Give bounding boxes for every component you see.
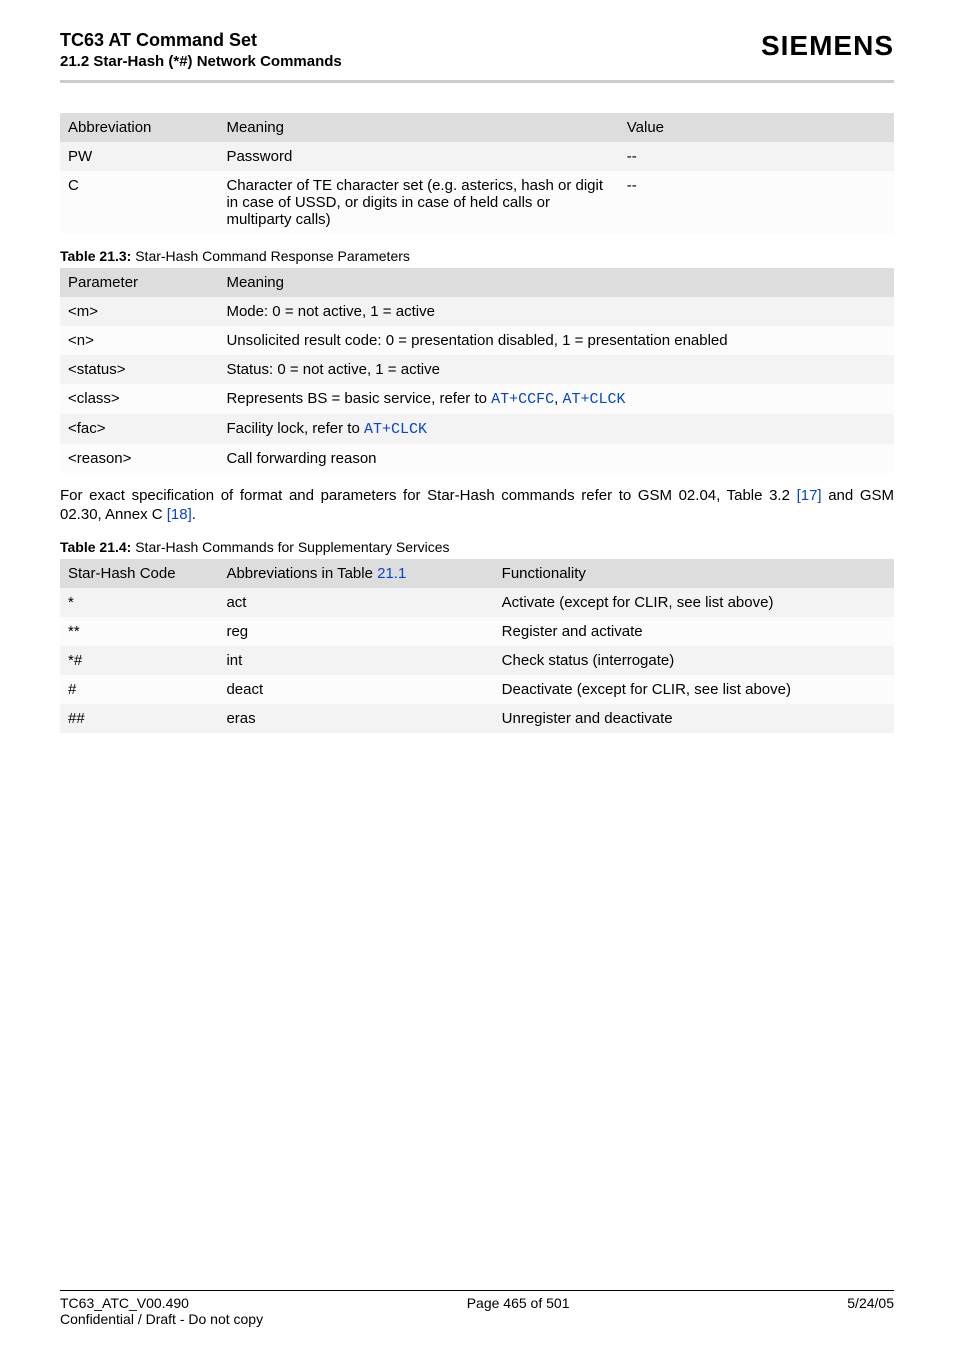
table-row: <reason> Call forwarding reason — [60, 444, 894, 473]
footer-doc-id: TC63_ATC_V00.490 — [60, 1295, 189, 1311]
cell-meaning: Character of TE character set (e.g. aste… — [218, 171, 618, 234]
table-row: PW Password -- — [60, 142, 894, 171]
th-parameter: Parameter — [60, 268, 218, 297]
cell-meaning: Status: 0 = not active, 1 = active — [218, 355, 894, 384]
cell-abbrev: PW — [60, 142, 218, 171]
footer-date: 5/24/05 — [847, 1295, 894, 1311]
header-left: TC63 AT Command Set 21.2 Star-Hash (*#) … — [60, 30, 342, 70]
response-parameters-table: Parameter Meaning <m> Mode: 0 = not acti… — [60, 268, 894, 473]
cell-abbrev: eras — [218, 704, 493, 733]
caption-label: Table 21.4: — [60, 539, 131, 555]
cell-func: Unregister and deactivate — [494, 704, 894, 733]
cell-param: <m> — [60, 297, 218, 326]
cell-meaning: Password — [218, 142, 618, 171]
at-clck-link[interactable]: AT+CLCK — [364, 421, 427, 438]
cell-abbrev: C — [60, 171, 218, 234]
footer-page-number: Page 465 of 501 — [467, 1295, 570, 1311]
cell-code: # — [60, 675, 218, 704]
table-row: <class> Represents BS = basic service, r… — [60, 384, 894, 414]
th-starhash-code: Star-Hash Code — [60, 559, 218, 588]
caption-text: Star-Hash Command Response Parameters — [131, 248, 410, 264]
text-span: Facility lock, refer to — [226, 420, 364, 437]
cell-meaning: Unsolicited result code: 0 = presentatio… — [218, 326, 894, 355]
at-clck-link[interactable]: AT+CLCK — [563, 391, 626, 408]
ref-17-link[interactable]: [17] — [797, 487, 822, 504]
abbreviations-table: Abbreviation Meaning Value PW Password -… — [60, 113, 894, 234]
table-21-1-link[interactable]: 21.1 — [377, 565, 406, 582]
th-abbrev-in-table: Abbreviations in Table 21.1 — [218, 559, 493, 588]
cell-meaning: Represents BS = basic service, refer to … — [218, 384, 894, 414]
table-caption-21-3: Table 21.3: Star-Hash Command Response P… — [60, 248, 894, 264]
table-row: <m> Mode: 0 = not active, 1 = active — [60, 297, 894, 326]
text-span: Abbreviations in Table — [226, 565, 377, 582]
text-span: Represents BS = basic service, refer to — [226, 390, 491, 407]
spec-reference-paragraph: For exact specification of format and pa… — [60, 487, 894, 525]
text-span: . — [192, 506, 196, 523]
cell-meaning: Facility lock, refer to AT+CLCK — [218, 414, 894, 444]
cell-code: * — [60, 588, 218, 617]
table-row: ** reg Register and activate — [60, 617, 894, 646]
th-abbreviation: Abbreviation — [60, 113, 218, 142]
caption-text: Star-Hash Commands for Supplementary Ser… — [131, 539, 449, 555]
cell-meaning: Call forwarding reason — [218, 444, 894, 473]
supplementary-services-table: Star-Hash Code Abbreviations in Table 21… — [60, 559, 894, 733]
cell-abbrev: act — [218, 588, 493, 617]
at-ccfc-link[interactable]: AT+CCFC — [491, 391, 554, 408]
table-row: <n> Unsolicited result code: 0 = present… — [60, 326, 894, 355]
cell-func: Deactivate (except for CLIR, see list ab… — [494, 675, 894, 704]
text-span: , — [554, 390, 562, 407]
doc-title: TC63 AT Command Set — [60, 30, 342, 51]
ref-18-link[interactable]: [18] — [167, 506, 192, 523]
cell-code: ** — [60, 617, 218, 646]
cell-value: -- — [619, 142, 894, 171]
cell-func: Register and activate — [494, 617, 894, 646]
cell-param: <reason> — [60, 444, 218, 473]
cell-value: -- — [619, 171, 894, 234]
header-rule — [60, 80, 894, 83]
page-header: TC63 AT Command Set 21.2 Star-Hash (*#) … — [60, 30, 894, 70]
cell-func: Check status (interrogate) — [494, 646, 894, 675]
th-meaning: Meaning — [218, 268, 894, 297]
cell-abbrev: reg — [218, 617, 493, 646]
cell-func: Activate (except for CLIR, see list abov… — [494, 588, 894, 617]
table-row: # deact Deactivate (except for CLIR, see… — [60, 675, 894, 704]
cell-param: <fac> — [60, 414, 218, 444]
cell-abbrev: int — [218, 646, 493, 675]
brand-logo: SIEMENS — [761, 30, 894, 62]
th-meaning: Meaning — [218, 113, 618, 142]
cell-param: <class> — [60, 384, 218, 414]
caption-label: Table 21.3: — [60, 248, 131, 264]
table-row: C Character of TE character set (e.g. as… — [60, 171, 894, 234]
table-caption-21-4: Table 21.4: Star-Hash Commands for Suppl… — [60, 539, 894, 555]
cell-meaning: Mode: 0 = not active, 1 = active — [218, 297, 894, 326]
table-row: <fac> Facility lock, refer to AT+CLCK — [60, 414, 894, 444]
table-row: * act Activate (except for CLIR, see lis… — [60, 588, 894, 617]
doc-subtitle: 21.2 Star-Hash (*#) Network Commands — [60, 53, 342, 70]
page-footer: TC63_ATC_V00.490 Page 465 of 501 5/24/05… — [60, 1290, 894, 1327]
footer-confidentiality: Confidential / Draft - Do not copy — [60, 1311, 894, 1327]
cell-abbrev: deact — [218, 675, 493, 704]
table-row: *# int Check status (interrogate) — [60, 646, 894, 675]
footer-rule — [60, 1290, 894, 1291]
cell-param: <status> — [60, 355, 218, 384]
cell-code: *# — [60, 646, 218, 675]
text-span: For exact specification of format and pa… — [60, 487, 797, 504]
cell-param: <n> — [60, 326, 218, 355]
table-row: <status> Status: 0 = not active, 1 = act… — [60, 355, 894, 384]
th-functionality: Functionality — [494, 559, 894, 588]
table-row: ## eras Unregister and deactivate — [60, 704, 894, 733]
th-value: Value — [619, 113, 894, 142]
cell-code: ## — [60, 704, 218, 733]
